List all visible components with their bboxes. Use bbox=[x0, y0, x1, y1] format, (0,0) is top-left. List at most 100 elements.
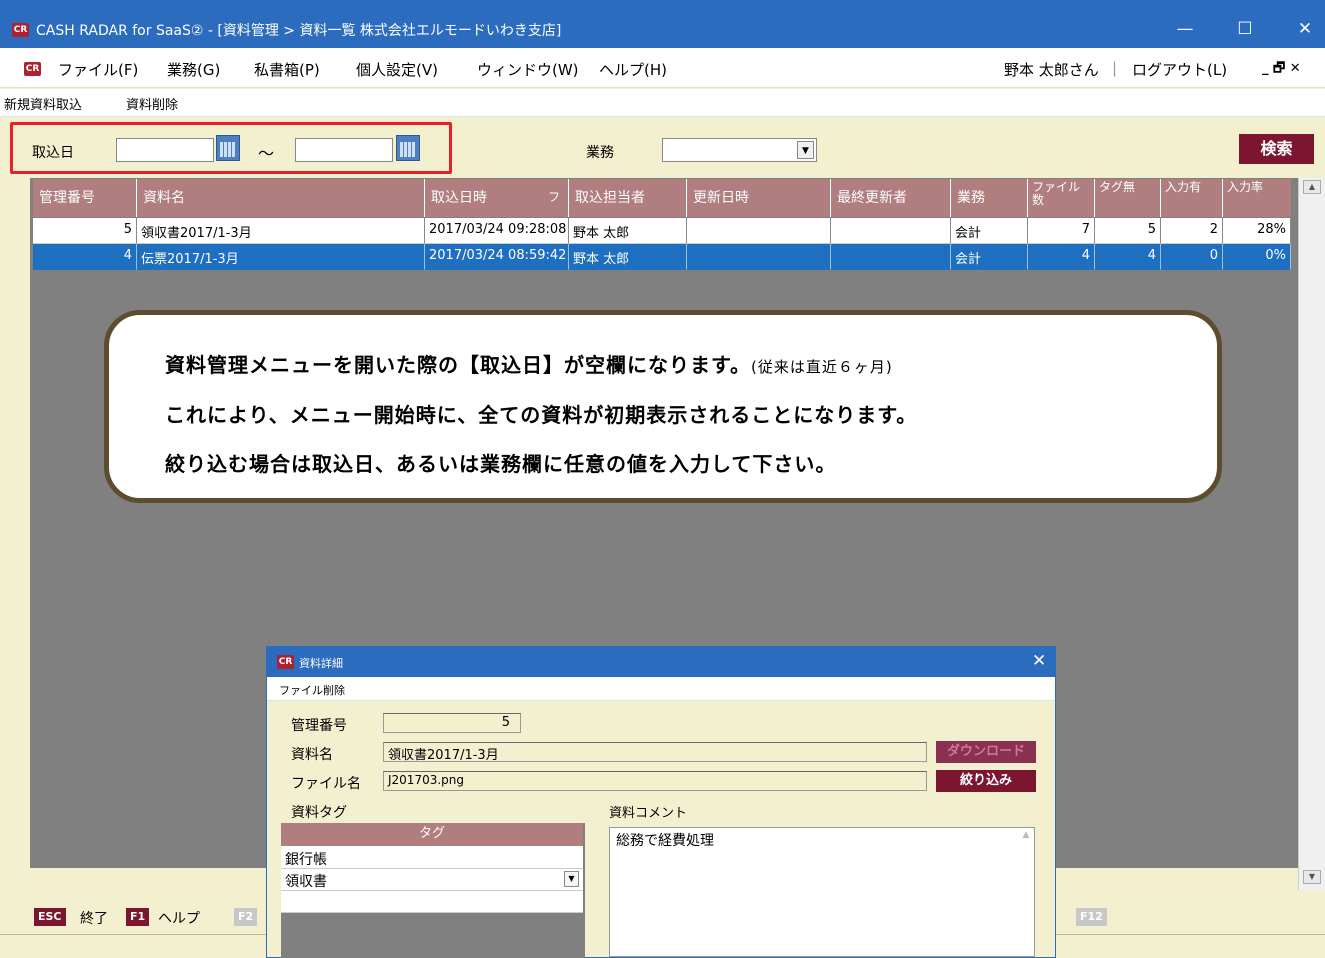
column-header-updated[interactable]: 更新日時 bbox=[687, 179, 831, 217]
dialog-title: 資料詳細 bbox=[299, 657, 343, 670]
column-header-imported[interactable]: 取込日時 フ bbox=[425, 179, 569, 217]
column-header-importer[interactable]: 取込担当者 bbox=[569, 179, 687, 217]
menu-file[interactable]: ファイル(F) bbox=[58, 59, 138, 80]
name-field[interactable]: 領収書2017/1-3月 bbox=[383, 742, 927, 763]
column-header-untagged[interactable]: タグ無 bbox=[1095, 179, 1161, 217]
download-button[interactable]: ダウンロード bbox=[936, 741, 1036, 763]
cell-id: 4 bbox=[33, 244, 137, 270]
menu-window[interactable]: ウィンドウ(W) bbox=[477, 59, 579, 80]
comment-text: 総務で経費処理 bbox=[616, 833, 714, 849]
cell-files: 7 bbox=[1028, 218, 1095, 244]
cell-untagged: 5 bbox=[1095, 218, 1161, 244]
cell-name: 領収書2017/1-3月 bbox=[137, 218, 425, 244]
cell-imported: 2017/03/24 09:28:08 bbox=[425, 218, 569, 244]
grid-header: 管理番号 資料名 取込日時 フ 取込担当者 更新日時 最終更新者 業務 ファイル… bbox=[33, 179, 1291, 217]
logout-menu[interactable]: ログアウト(L) bbox=[1132, 59, 1227, 80]
dialog-close-button[interactable]: ✕ bbox=[1032, 651, 1046, 671]
minimize-button[interactable]: — bbox=[1165, 14, 1205, 44]
tag-row-label: 領収書 bbox=[285, 874, 327, 890]
maximize-button[interactable]: ☐ bbox=[1225, 14, 1265, 44]
f2-key-button: F2 bbox=[234, 908, 258, 926]
sort-marker-icon: フ bbox=[547, 190, 560, 204]
callout-line-1-note: (従来は直近６ヶ月) bbox=[751, 358, 893, 376]
esc-key-label: 終了 bbox=[80, 911, 108, 927]
name-label: 資料名 bbox=[291, 747, 333, 763]
cell-updated bbox=[687, 218, 831, 244]
textarea-scrollbar[interactable]: ▲ bbox=[1020, 830, 1032, 954]
delete-file-menu[interactable]: ファイル削除 bbox=[279, 682, 345, 698]
new-import-button[interactable]: 新規資料取込 bbox=[4, 94, 82, 113]
file-name-field[interactable]: J201703.png bbox=[383, 771, 927, 791]
menu-help[interactable]: ヘルプ(H) bbox=[599, 59, 667, 80]
id-field: 5 bbox=[383, 713, 521, 733]
cell-rate: 28% bbox=[1223, 218, 1291, 244]
menu-separator: | bbox=[1112, 59, 1118, 77]
column-header-imported-label: 取込日時 bbox=[431, 190, 487, 206]
column-header-rate[interactable]: 入力率 bbox=[1223, 179, 1291, 217]
menu-business[interactable]: 業務(G) bbox=[167, 59, 220, 80]
comment-textarea[interactable]: 総務で経費処理 ▲ bbox=[609, 827, 1035, 957]
search-button[interactable]: 検索 bbox=[1239, 134, 1314, 164]
cell-entered: 2 bbox=[1161, 218, 1223, 244]
current-user: 野本 太郎さん bbox=[1004, 61, 1099, 79]
app-logo-icon: CR bbox=[24, 62, 41, 76]
cell-importer: 野本 太郎 bbox=[569, 218, 687, 244]
dialog-titlebar: CR 資料詳細 ✕ bbox=[267, 647, 1055, 677]
esc-key-button[interactable]: ESC bbox=[34, 908, 66, 926]
cell-business: 会計 bbox=[951, 218, 1028, 244]
column-header-updater[interactable]: 最終更新者 bbox=[831, 179, 951, 217]
callout-line-3: 絞り込む場合は取込日、あるいは業務欄に任意の値を入力して下さい。 bbox=[165, 452, 837, 476]
cell-files: 4 bbox=[1028, 244, 1095, 270]
column-header-business[interactable]: 業務 bbox=[951, 179, 1028, 217]
app-logo-icon: CR bbox=[277, 655, 294, 669]
business-label: 業務 bbox=[586, 145, 614, 161]
id-label: 管理番号 bbox=[291, 718, 347, 734]
cell-importer: 野本 太郎 bbox=[569, 244, 687, 270]
cell-id: 5 bbox=[33, 218, 137, 244]
toolbar: 新規資料取込 資料削除 bbox=[0, 89, 1325, 117]
callout-line-1: 資料管理メニューを開いた際の【取込日】が空欄になります。(従来は直近６ヶ月) bbox=[165, 349, 893, 378]
business-select[interactable]: ▼ bbox=[662, 138, 817, 162]
delete-document-button[interactable]: 資料削除 bbox=[126, 94, 178, 113]
scroll-down-icon[interactable]: ▼ bbox=[1303, 870, 1321, 884]
column-header-entered[interactable]: 入力有 bbox=[1161, 179, 1223, 217]
dialog-menu: ファイル削除 bbox=[267, 677, 1055, 701]
tag-row-label: 銀行帳 bbox=[285, 852, 327, 868]
callout-line-2: これにより、メニュー開始時に、全ての資料が初期表示されることになります。 bbox=[165, 403, 918, 427]
column-header-id[interactable]: 管理番号 bbox=[33, 179, 137, 217]
window-title: CASH RADAR for SaaS② - [資料管理 > 資料一覧 株式会社… bbox=[36, 23, 562, 39]
cell-updater bbox=[831, 218, 951, 244]
column-header-name[interactable]: 資料名 bbox=[137, 179, 425, 217]
tag-row[interactable]: 銀行帳 bbox=[281, 847, 583, 869]
cell-entered: 0 bbox=[1161, 244, 1223, 270]
cell-business: 会計 bbox=[951, 244, 1028, 270]
column-header-files[interactable]: ファイル数 bbox=[1028, 179, 1095, 217]
table-row-selected[interactable]: 4 伝票2017/1-3月 2017/03/24 08:59:42 野本 太郎 … bbox=[33, 244, 1291, 270]
cell-untagged: 4 bbox=[1095, 244, 1161, 270]
table-row[interactable]: 5 領収書2017/1-3月 2017/03/24 09:28:08 野本 太郎… bbox=[33, 218, 1291, 244]
f1-key-button[interactable]: F1 bbox=[126, 908, 150, 926]
file-name-label: ファイル名 bbox=[291, 776, 361, 792]
cell-updated bbox=[687, 244, 831, 270]
chevron-down-icon[interactable]: ▼ bbox=[797, 141, 814, 159]
f12-key-button: F12 bbox=[1076, 908, 1107, 926]
close-button[interactable]: ✕ bbox=[1285, 14, 1325, 44]
chevron-down-icon[interactable]: ▼ bbox=[564, 871, 579, 887]
tag-column-header: タグ bbox=[281, 823, 583, 847]
vertical-scrollbar[interactable]: ▲ ▼ bbox=[1298, 178, 1325, 890]
cell-updater bbox=[831, 244, 951, 270]
filter-button[interactable]: 絞り込み bbox=[936, 770, 1036, 792]
comment-label: 資料コメント bbox=[609, 806, 688, 821]
cell-name: 伝票2017/1-3月 bbox=[137, 244, 425, 270]
mdi-window-controls[interactable]: _ 🗗 ✕ bbox=[1262, 59, 1301, 81]
app-logo-icon: CR bbox=[12, 23, 29, 37]
menu-personal-settings[interactable]: 個人設定(V) bbox=[356, 59, 438, 80]
tag-row-empty[interactable] bbox=[281, 891, 583, 913]
callout-line-1-text: 資料管理メニューを開いた際の【取込日】が空欄になります。 bbox=[165, 353, 751, 377]
cell-rate: 0% bbox=[1223, 244, 1291, 270]
tag-row[interactable]: 領収書 ▼ bbox=[281, 869, 583, 891]
info-callout: 資料管理メニューを開いた際の【取込日】が空欄になります。(従来は直近６ヶ月) こ… bbox=[104, 310, 1222, 503]
tags-label: 資料タグ bbox=[291, 805, 347, 821]
menu-mailbox[interactable]: 私書箱(P) bbox=[254, 59, 320, 80]
scroll-up-icon[interactable]: ▲ bbox=[1303, 180, 1321, 194]
